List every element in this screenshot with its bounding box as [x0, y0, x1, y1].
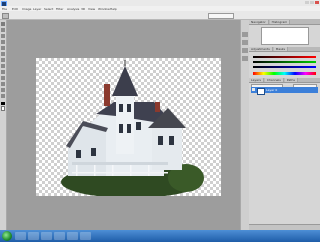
adjustments-panel-header: Adjustments Masks	[249, 47, 320, 52]
tab-histogram[interactable]: Histogram	[269, 20, 291, 24]
marquee-tool-icon[interactable]	[1, 28, 5, 32]
brushes-panel-icon[interactable]	[242, 48, 248, 53]
type-tool-icon[interactable]	[1, 82, 5, 86]
document-canvas[interactable]	[36, 58, 221, 196]
close-icon[interactable]	[315, 1, 319, 4]
character-panel-icon[interactable]	[242, 56, 248, 61]
taskbar	[0, 230, 320, 242]
toolbox	[0, 20, 7, 230]
history-panel-icon[interactable]	[242, 32, 248, 37]
layer-row-selected[interactable]: Layer 0	[251, 87, 318, 95]
lasso-tool-icon[interactable]	[1, 34, 5, 38]
taskbar-app-5[interactable]	[67, 232, 78, 240]
crop-tool-icon[interactable]	[1, 46, 5, 50]
background-color-swatch[interactable]	[1, 106, 5, 111]
layers-panel: Layers Channels Paths	[249, 78, 320, 230]
tab-navigator[interactable]: Navigator	[249, 20, 269, 24]
eraser-tool-icon[interactable]	[1, 70, 5, 74]
quick-select-tool-icon[interactable]	[1, 40, 5, 44]
color-slider-blue[interactable]	[253, 66, 316, 68]
tab-channels[interactable]: Channels	[264, 78, 284, 82]
tool-preset-icon[interactable]	[2, 13, 9, 19]
canvas-area[interactable]	[7, 20, 240, 230]
taskbar-app-3[interactable]	[41, 232, 52, 240]
navigator-panel: Navigator Histogram	[249, 20, 320, 46]
clone-tool-icon[interactable]	[1, 64, 5, 68]
tab-paths[interactable]: Paths	[284, 78, 298, 82]
color-slider-green[interactable]	[253, 61, 316, 63]
eyedropper-tool-icon[interactable]	[1, 52, 5, 56]
layers-panel-header: Layers Channels Paths	[249, 78, 320, 83]
taskbar-app-2[interactable]	[28, 232, 39, 240]
tab-adjustments[interactable]: Adjustments	[249, 47, 273, 51]
tab-masks[interactable]: Masks	[273, 47, 289, 51]
window-controls[interactable]	[305, 1, 319, 5]
hand-tool-icon[interactable]	[1, 88, 5, 92]
right-panels: Navigator Histogram Adjustments Masks La…	[249, 20, 320, 231]
layer-name[interactable]: Layer 0	[266, 88, 277, 92]
actions-panel-icon[interactable]	[242, 40, 248, 45]
taskbar-app-4[interactable]	[54, 232, 65, 240]
color-spectrum[interactable]	[253, 72, 316, 75]
maximize-icon[interactable]	[310, 1, 315, 4]
adjustments-panel: Adjustments Masks	[249, 47, 320, 77]
navigator-preview	[261, 27, 309, 45]
taskbar-app-6[interactable]	[80, 232, 91, 240]
color-slider-red[interactable]	[253, 56, 316, 58]
brush-tool-icon[interactable]	[1, 58, 5, 62]
gradient-tool-icon[interactable]	[1, 76, 5, 80]
foreground-color-swatch[interactable]	[1, 102, 5, 105]
taskbar-app-1[interactable]	[15, 232, 26, 240]
options-bar	[0, 11, 320, 20]
zoom-tool-icon[interactable]	[1, 94, 5, 98]
layer-thumbnail	[257, 87, 265, 95]
navigator-panel-header: Navigator Histogram	[249, 20, 320, 25]
workspace-button[interactable]	[208, 13, 234, 19]
minimize-icon[interactable]	[305, 1, 310, 4]
house-image	[61, 60, 204, 196]
move-tool-icon[interactable]	[1, 22, 5, 26]
start-button-icon[interactable]	[2, 231, 12, 241]
tab-layers[interactable]: Layers	[249, 78, 264, 82]
eye-icon[interactable]	[252, 88, 255, 91]
